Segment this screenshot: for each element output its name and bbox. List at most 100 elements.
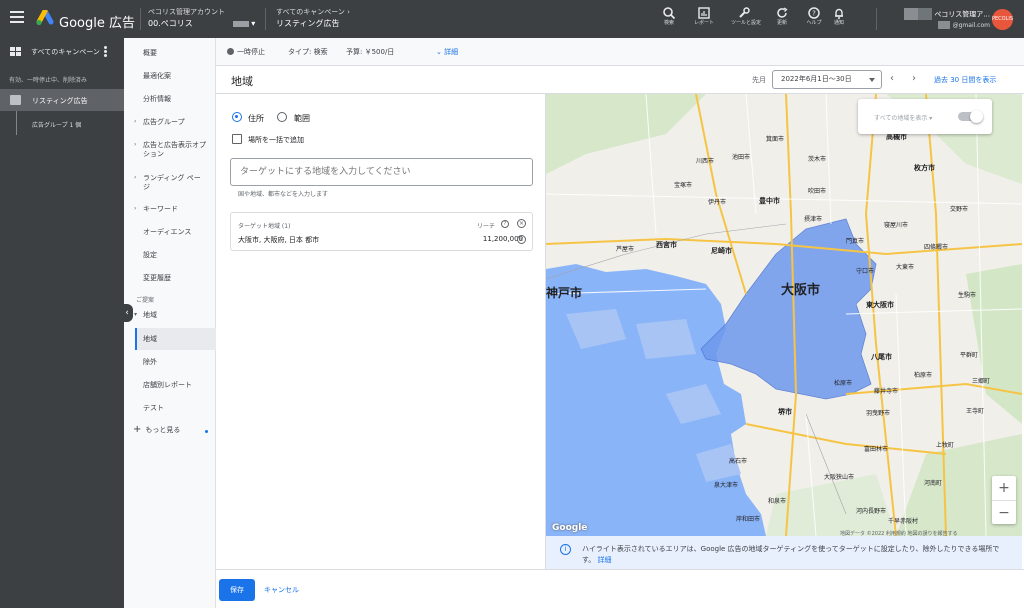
zoom-out-button[interactable]: −: [992, 500, 1016, 524]
chevron-right-icon: ›: [134, 174, 137, 181]
nav-adgroup-item[interactable]: 広告グループ 1 個: [32, 120, 81, 129]
menu-item-landing-pages[interactable]: ランディング ページ: [143, 174, 207, 192]
page-title: 地域: [231, 75, 253, 88]
next-period-button[interactable]: ›: [912, 73, 916, 84]
help-label: ヘルプ: [806, 20, 822, 26]
campaign-name: リスティング広告: [32, 97, 88, 105]
show-all-areas-toggle[interactable]: [958, 110, 983, 123]
more-vert-icon[interactable]: [104, 46, 108, 58]
menu-item-locations[interactable]: 地域: [143, 335, 157, 344]
info-details-link[interactable]: 詳細: [598, 556, 612, 564]
menu-item-audiences[interactable]: オーディエンス: [143, 228, 191, 237]
map-label: 河内長野市: [856, 508, 887, 515]
new-indicator-dot: [205, 430, 208, 433]
menu-item-locations-parent[interactable]: 地域: [143, 311, 157, 320]
help-button[interactable]: ? ヘルプ: [801, 6, 827, 27]
remove-all-icon[interactable]: ×: [517, 219, 526, 228]
menu-item-change-history[interactable]: 変更履歴: [143, 274, 171, 283]
avatar[interactable]: PECOLIS: [992, 9, 1013, 30]
show-more-button[interactable]: + もっと見る: [133, 424, 180, 435]
google-ads-logo: [36, 10, 54, 26]
menu-item-settings[interactable]: 設定: [143, 251, 157, 260]
menu-icon[interactable]: [10, 11, 24, 23]
nav-campaign-item[interactable]: リスティング広告: [0, 89, 124, 111]
brand-title[interactable]: Google 広告: [59, 12, 135, 31]
bulk-add-checkbox[interactable]: [232, 134, 242, 144]
cancel-button[interactable]: キャンセル: [264, 585, 299, 595]
search-label: 検索: [663, 20, 674, 26]
radio-range[interactable]: [277, 112, 287, 122]
menu-item-insights[interactable]: 分析情報: [143, 95, 171, 104]
notification-label: 通知: [833, 20, 844, 26]
zoom-in-button[interactable]: +: [992, 476, 1016, 500]
user-info[interactable]: ペコリス管理ア... @gmail.com: [880, 8, 990, 31]
collapse-nav-button[interactable]: ‹: [121, 304, 133, 322]
reach-header: リーチ: [477, 223, 496, 230]
map-label: 泉大津市: [714, 482, 739, 489]
map-label: 豊中市: [759, 197, 780, 205]
location-search-input[interactable]: [230, 158, 533, 186]
radio-address[interactable]: [232, 112, 242, 122]
map-label: 四條畷市: [924, 244, 949, 251]
map-label: 川西市: [696, 158, 715, 165]
menu-item-store-report[interactable]: 店舗別レポート: [143, 381, 192, 390]
menu-item-keywords[interactable]: キーワード: [143, 205, 178, 214]
map-label: 上牧町: [936, 442, 955, 449]
refresh-icon: [777, 7, 788, 18]
campaign-nav: すべてのキャンペーン 有効、一時停止中、削除済み リスティング広告 広告グループ…: [0, 38, 124, 608]
chevron-right-icon: ›: [134, 205, 137, 212]
map-label: 交野市: [950, 206, 969, 213]
chevron-down-icon: ▾: [251, 19, 256, 28]
all-campaigns-header[interactable]: すべてのキャンペーン: [0, 38, 124, 66]
account-switcher[interactable]: ペコリス管理アカウント 00.ペコリス ▾: [148, 7, 255, 29]
paused-status[interactable]: 一時停止: [227, 47, 265, 57]
map-zoom-control: + −: [992, 476, 1016, 524]
targeted-locations-table: ターゲット地域 (1) リーチ ? × 大阪市, 大阪府, 日本 都市 11,2…: [230, 212, 533, 251]
map-label: 茨木市: [808, 156, 827, 163]
divider: [876, 8, 877, 30]
help-icon[interactable]: ?: [501, 220, 509, 228]
details-toggle[interactable]: ⌄ 詳細: [436, 47, 458, 57]
menu-item-overview[interactable]: 概要: [143, 49, 157, 58]
map-label: 尼崎市: [711, 247, 732, 255]
breadcrumb[interactable]: すべてのキャンペーン › リスティング広告: [276, 7, 350, 29]
remove-location-icon[interactable]: ×: [517, 235, 526, 244]
wrench-icon: [739, 7, 750, 18]
redacted-block: [938, 20, 951, 29]
date-range-picker[interactable]: 2022年6月1日〜30日: [772, 70, 882, 89]
map-label: 羽曳野市: [866, 410, 891, 417]
tree-line: [16, 111, 17, 135]
search-campaign-icon: [10, 95, 21, 105]
menu-item-recommendations[interactable]: 最適化案: [143, 72, 171, 81]
info-text: ハイライト表示されているエリアは、Google 広告の地域ターゲティングを使って…: [582, 545, 1000, 564]
notification-button[interactable]: 通知: [826, 6, 852, 27]
show-all-areas-control: すべての地域を表示 ▾: [858, 99, 992, 134]
campaign-status-bar: 一時停止 タイプ: 検索 予算: ￥500/日 ⌄ 詳細: [216, 38, 1024, 66]
tools-button[interactable]: ツールと設定: [731, 6, 761, 27]
refresh-button[interactable]: 更新: [769, 6, 795, 27]
show-more-label: もっと見る: [145, 426, 181, 434]
menu-item-adgroups[interactable]: 広告グループ: [143, 118, 185, 127]
menu-item-test[interactable]: テスト: [143, 404, 164, 413]
chevron-right-icon: ›: [347, 8, 350, 16]
redacted-block: [903, 8, 918, 20]
map-label: 吹田市: [808, 188, 827, 195]
info-banner: i ハイライト表示されているエリアは、Google 広告の地域ターゲティングを使…: [546, 536, 1022, 569]
breadcrumb-parent: すべてのキャンペーン: [276, 8, 345, 16]
campaign-type: タイプ: 検索: [288, 48, 328, 56]
location-map[interactable]: 大阪市 豊中市 西宮市 尼崎市 東大阪市 八尾市 堺市 枚方市 高槻市 門真市 …: [546, 94, 1022, 536]
menu-item-ads[interactable]: 広告と広告表示オプション: [143, 141, 211, 159]
radio-range-label: 範囲: [294, 114, 310, 123]
report-button[interactable]: レポート: [691, 6, 717, 27]
bell-icon: [835, 8, 843, 19]
map-label: 高石市: [729, 458, 748, 465]
show-last-30-days-link[interactable]: 過去 30 日間を表示: [934, 75, 996, 85]
status-filter[interactable]: 有効、一時停止中、削除済み: [9, 75, 87, 84]
top-bar: Google 広告 ペコリス管理アカウント 00.ペコリス ▾ すべてのキャンペ…: [0, 0, 1024, 38]
redacted-block: [917, 8, 932, 20]
menu-item-exclusions[interactable]: 除外: [143, 358, 157, 367]
search-button[interactable]: 検索: [656, 6, 682, 27]
prev-period-button[interactable]: ‹: [890, 73, 894, 84]
save-button[interactable]: 保存: [219, 579, 255, 601]
map-label: 八尾市: [871, 353, 892, 361]
